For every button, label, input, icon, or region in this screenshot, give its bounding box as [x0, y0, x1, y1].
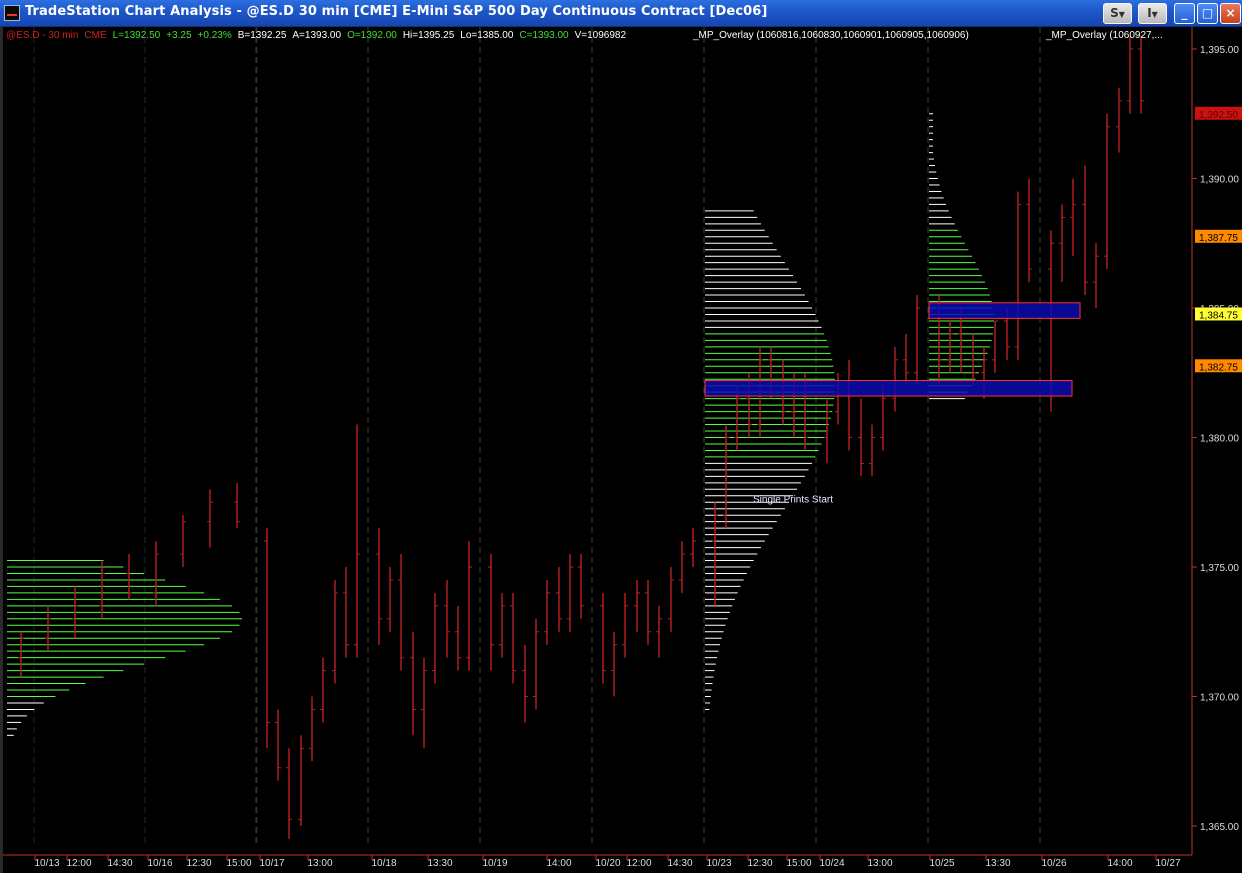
x-tick-label: 15:00 — [786, 858, 811, 869]
x-tick-label: 10/23 — [706, 858, 731, 869]
x-tick-label: 12:00 — [66, 858, 91, 869]
price-marker-label: 1,382.75 — [1199, 362, 1238, 373]
high-price: Hi=1395.25 — [402, 30, 455, 41]
exchange-label: CME — [84, 30, 107, 41]
x-tick-label: 10/18 — [371, 858, 396, 869]
window-titlebar: TradeStation Chart Analysis - @ES.D 30 m… — [0, 0, 1242, 27]
ask-price: A=1393.00 — [292, 30, 342, 41]
x-tick-label: 10/25 — [929, 858, 954, 869]
open-price: O=1392.00 — [347, 30, 397, 41]
close-button[interactable]: × — [1220, 3, 1241, 24]
y-tick-label: 1,375.00 — [1200, 563, 1239, 574]
x-tick-label: 10/16 — [147, 858, 172, 869]
x-tick-label: 10/26 — [1041, 858, 1066, 869]
bid-price: B=1392.25 — [237, 30, 287, 41]
x-tick-label: 15:00 — [226, 858, 251, 869]
mp-overlay-label-1[interactable]: _MP_Overlay (1060816,1060830,1060901,106… — [693, 30, 969, 41]
minimize-icon: _ — [1181, 6, 1188, 20]
chart-status-line: @ES.D - 30 min CME L=1392.50 +3.25 +0.23% B=1… — [6, 30, 632, 41]
minimize-button[interactable]: _ — [1174, 3, 1195, 24]
upper-value-zone — [928, 302, 1081, 319]
x-tick-label: 10/17 — [259, 858, 284, 869]
x-tick-label: 13:30 — [985, 858, 1010, 869]
pct-change: +0.23% — [197, 30, 232, 41]
chart-area[interactable]: 1,365.001,370.001,375.001,380.001,385.00… — [0, 27, 1242, 873]
y-tick-label: 1,370.00 — [1200, 693, 1239, 704]
x-tick-label: 10/20 — [595, 858, 620, 869]
net-change: +3.25 — [166, 30, 192, 41]
x-tick-label: 12:30 — [747, 858, 772, 869]
price-marker-label: 1,384.75 — [1199, 310, 1238, 321]
chevron-down-icon: ▼ — [1151, 10, 1158, 19]
y-tick-label: 1,390.00 — [1200, 175, 1239, 186]
window-title: TradeStation Chart Analysis - @ES.D 30 m… — [25, 4, 768, 19]
low-price: Lo=1385.00 — [460, 30, 514, 41]
x-tick-label: 10/19 — [482, 858, 507, 869]
price-marker-label: 1,392.50 — [1199, 110, 1238, 121]
volume: V=1096982 — [574, 30, 627, 41]
mp-overlay-label-2[interactable]: _MP_Overlay (1060927,... — [1046, 30, 1163, 41]
x-tick-label: 14:30 — [667, 858, 692, 869]
maximize-button[interactable]: □ — [1197, 3, 1218, 24]
y-tick-label: 1,395.00 — [1200, 45, 1239, 56]
indicator-link-button[interactable]: I▼ — [1138, 3, 1167, 24]
price-marker-label: 1,387.75 — [1199, 233, 1238, 244]
x-tick-label: 13:30 — [427, 858, 452, 869]
close-icon: × — [1225, 6, 1236, 20]
x-tick-label: 14:30 — [107, 858, 132, 869]
lower-value-zone — [704, 380, 1073, 397]
x-tick-label: 13:00 — [867, 858, 892, 869]
symbol-label: @ES.D - 30 min — [6, 30, 79, 41]
y-tick-label: 1,365.00 — [1200, 822, 1239, 833]
x-tick-label: 13:00 — [307, 858, 332, 869]
app-icon[interactable] — [4, 5, 20, 21]
chevron-down-icon: ▼ — [1118, 10, 1125, 19]
x-tick-label: 10/24 — [819, 858, 844, 869]
y-tick-label: 1,380.00 — [1200, 434, 1239, 445]
maximize-icon: □ — [1201, 6, 1214, 20]
x-tick-label: 12:30 — [186, 858, 211, 869]
x-tick-label: 12:00 — [626, 858, 651, 869]
single-prints-annotation: Single Prints Start — [753, 494, 833, 505]
last-price: L=1392.50 — [112, 30, 161, 41]
chart-svg[interactable]: 1,365.001,370.001,375.001,380.001,385.00… — [3, 27, 1242, 873]
x-tick-label: 14:00 — [1107, 858, 1132, 869]
x-tick-label: 10/13 — [34, 858, 59, 869]
symbol-link-button[interactable]: S▼ — [1103, 3, 1132, 24]
close-price: C=1393.00 — [519, 30, 569, 41]
x-tick-label: 10/27 — [1155, 858, 1180, 869]
s-label: S — [1110, 6, 1119, 20]
x-tick-label: 14:00 — [546, 858, 571, 869]
